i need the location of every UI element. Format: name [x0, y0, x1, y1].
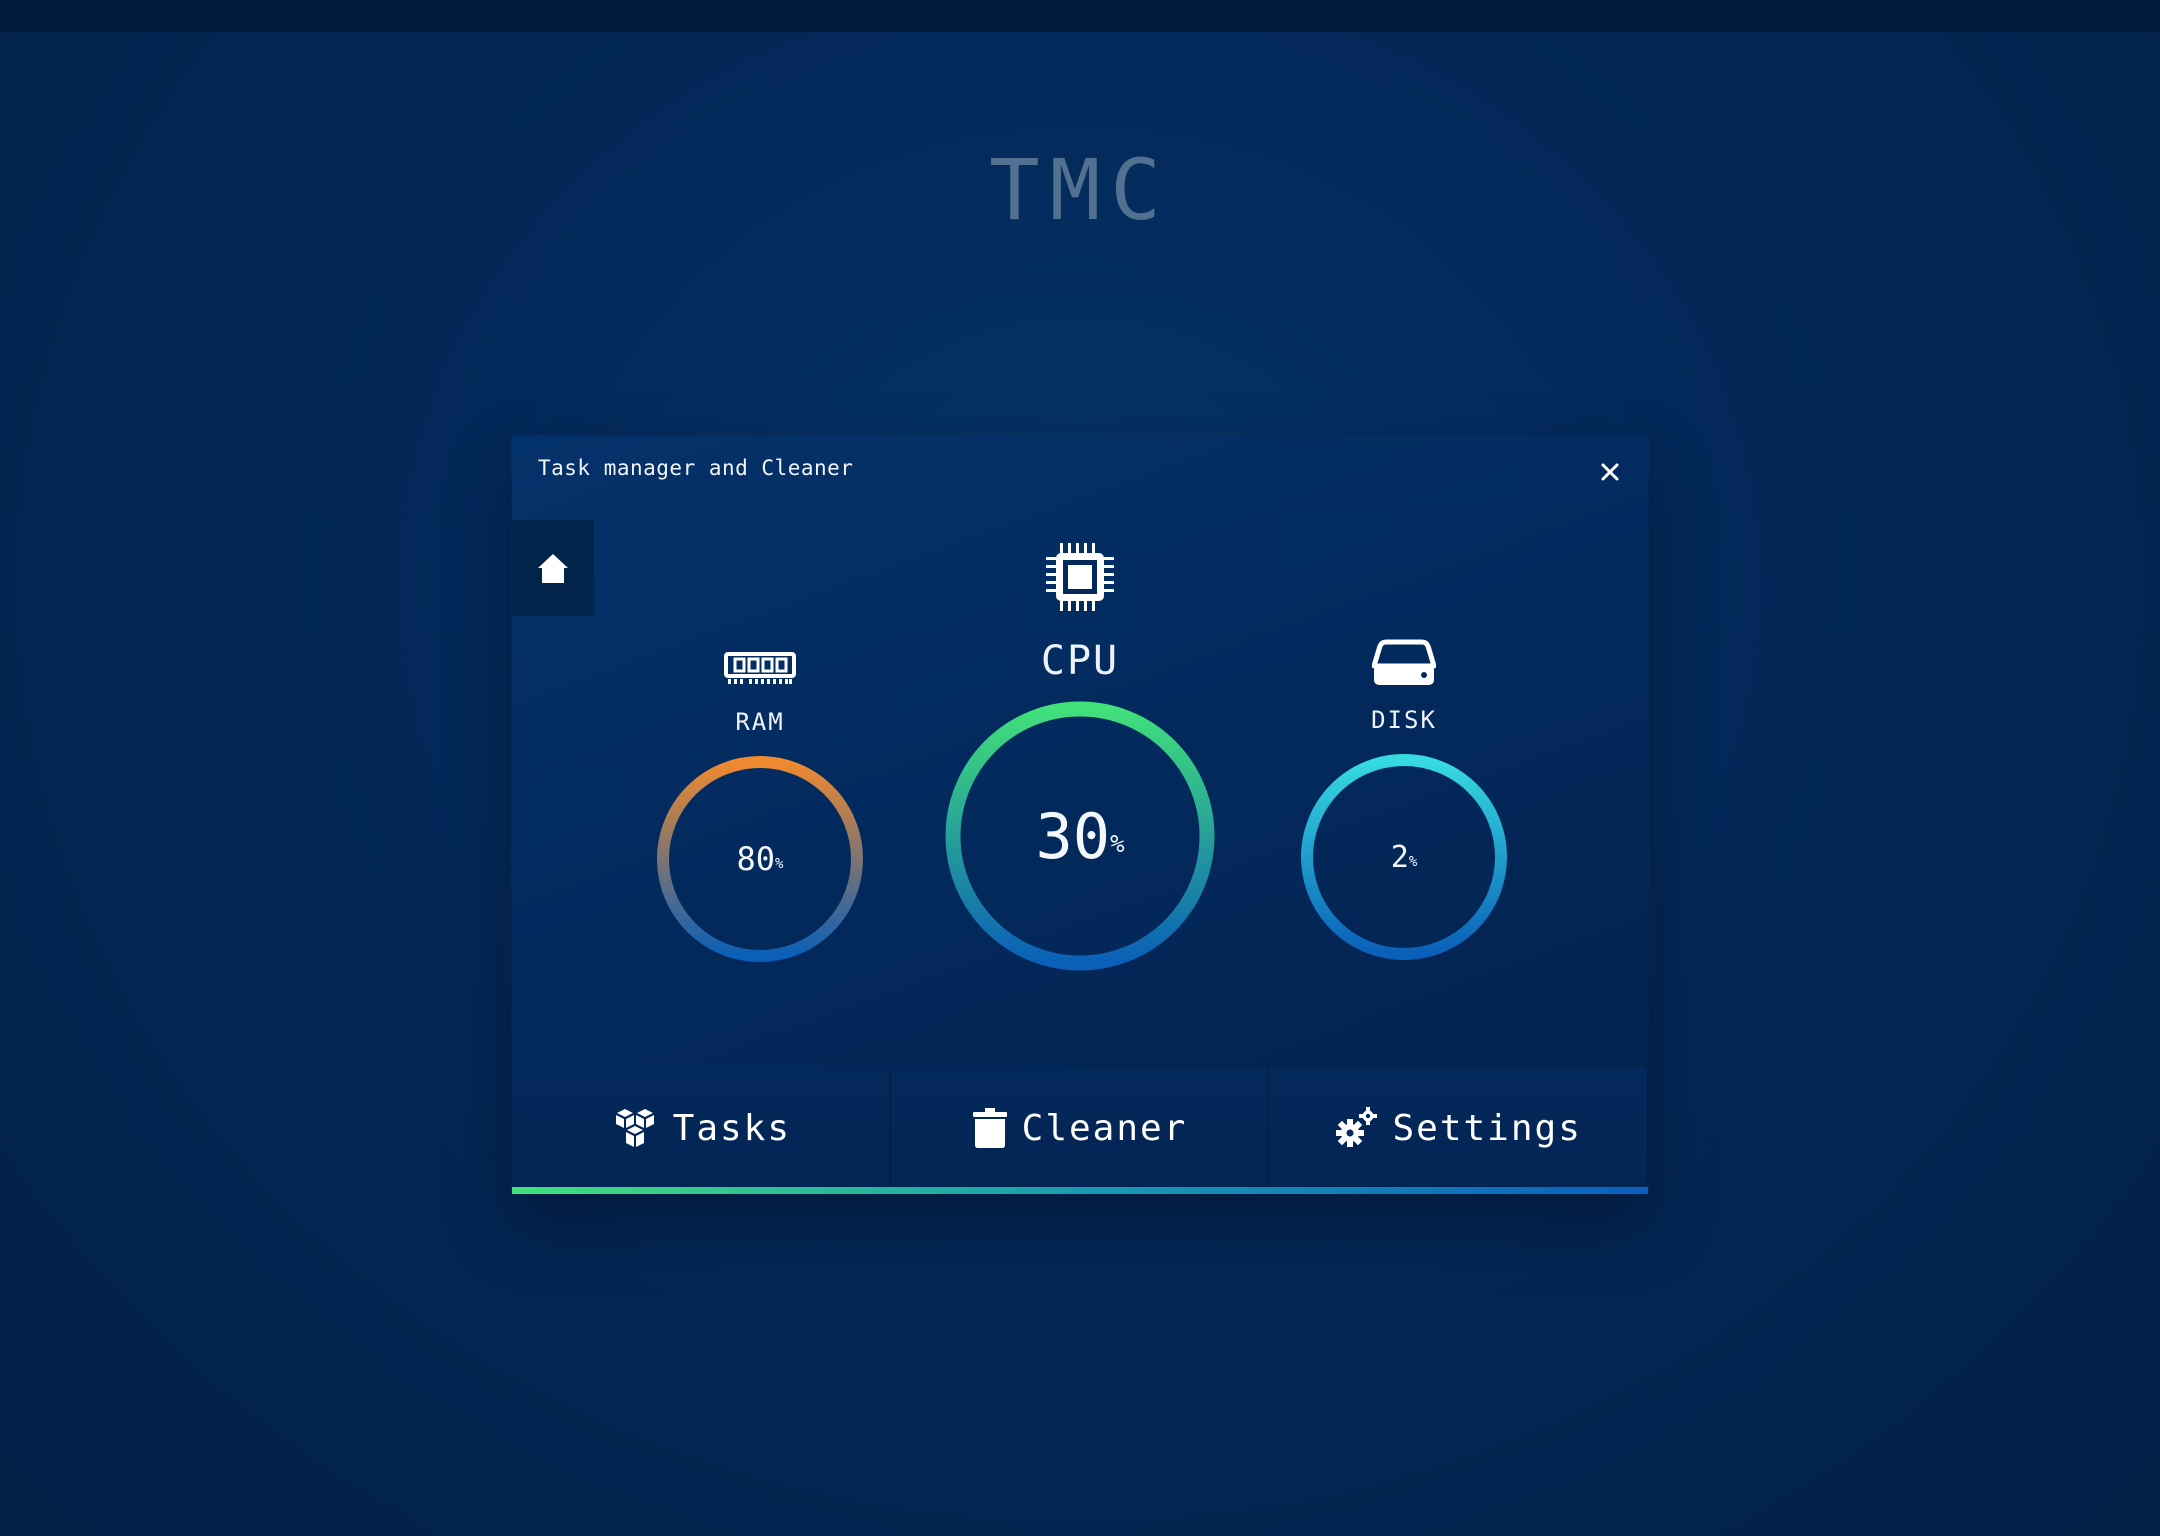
ram-label: RAM	[735, 708, 785, 736]
app-brand-title: TMC	[989, 141, 1171, 239]
disk-label: DISK	[1371, 706, 1437, 734]
cpu-gauge: 30 %	[944, 700, 1216, 972]
bottom-nav: Tasks Cleaner Settings	[512, 1068, 1649, 1194]
ram-value: 80	[736, 840, 776, 878]
close-icon	[1601, 463, 1619, 481]
home-icon	[538, 554, 568, 583]
cpu-metric: CPU 30 %	[940, 540, 1220, 972]
cpu-value: 30	[1035, 799, 1111, 873]
settings-button[interactable]: Settings	[1269, 1068, 1649, 1194]
gears-icon	[1336, 1107, 1378, 1147]
top-bar	[0, 0, 2160, 32]
cpu-unit: %	[1110, 830, 1125, 858]
cleaner-label: Cleaner	[1021, 1107, 1188, 1149]
settings-label: Settings	[1392, 1107, 1582, 1149]
home-button[interactable]	[512, 520, 594, 616]
ram-metric: RAM 80 %	[654, 650, 866, 964]
disk-value: 2	[1390, 839, 1409, 875]
tasks-button[interactable]: Tasks	[512, 1068, 891, 1194]
cpu-chip-icon	[1046, 543, 1114, 611]
ram-gauge: 80 %	[655, 754, 865, 964]
ram-unit: %	[775, 856, 784, 872]
disk-unit: %	[1408, 854, 1418, 870]
window-title: Task manager and Cleaner	[538, 456, 854, 480]
bottom-accent-bar	[512, 1187, 1648, 1194]
tasks-label: Tasks	[672, 1107, 792, 1149]
close-button[interactable]	[1594, 456, 1626, 488]
main-window: Task manager and Cleaner RAM 80 % CPU 30…	[512, 436, 1649, 1194]
ram-icon	[724, 652, 796, 684]
cpu-label: CPU	[1040, 638, 1120, 684]
cleaner-button[interactable]: Cleaner	[891, 1068, 1270, 1194]
trash-icon	[972, 1108, 1007, 1148]
disk-metric: DISK 2 %	[1298, 638, 1510, 962]
disk-drive-icon	[1372, 639, 1436, 685]
cubes-icon	[615, 1109, 654, 1147]
disk-gauge: 2 %	[1299, 752, 1509, 962]
